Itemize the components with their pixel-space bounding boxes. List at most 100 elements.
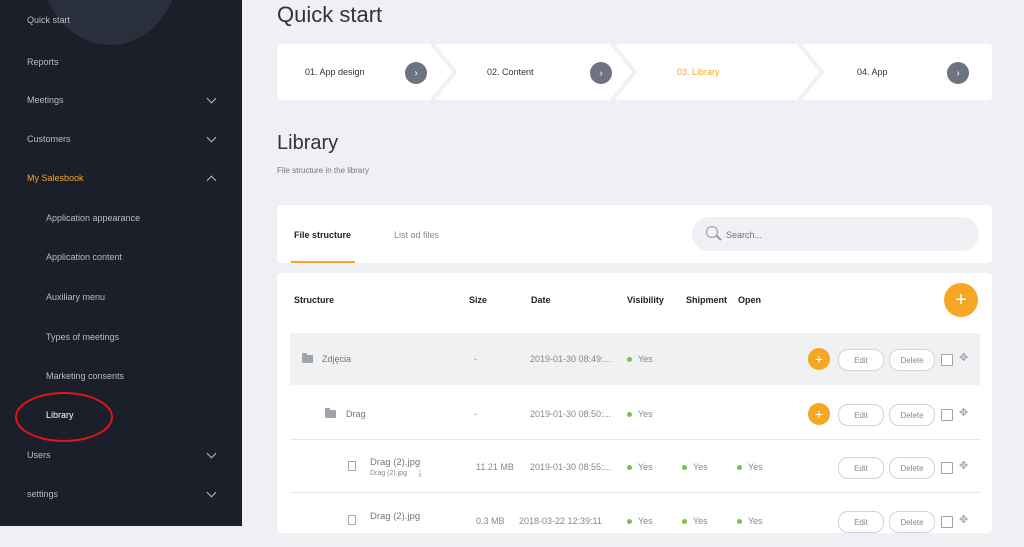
row-visibility-value: Yes	[638, 462, 653, 472]
search-box	[692, 217, 979, 251]
table-row[interactable]: Drag (2).jpg 0.3 MB 2018-03-22 12:39:11 …	[290, 495, 980, 547]
chevron-right-icon[interactable]: ›	[947, 62, 969, 84]
row-shipment-value: Yes	[693, 462, 708, 472]
row-visibility: Yes	[627, 409, 653, 419]
row-visibility-value: Yes	[638, 409, 653, 419]
table-row[interactable]: Zdjęcia - 2019-01-30 08:49:... Yes + Edi…	[290, 333, 980, 385]
row-date: 2019-01-30 08:50:...	[530, 409, 612, 419]
chevron-right-icon[interactable]: ›	[590, 62, 612, 84]
row-add-button[interactable]: +	[808, 403, 830, 425]
row-visibility-value: Yes	[638, 516, 653, 526]
file-icon	[348, 515, 356, 525]
drag-handle-icon[interactable]: ✥	[959, 513, 968, 526]
search-input[interactable]	[724, 226, 948, 244]
row-add-button[interactable]: +	[808, 348, 830, 370]
row-shipment: Yes	[682, 462, 708, 472]
delete-button[interactable]: Delete	[889, 457, 935, 479]
folder-icon	[302, 353, 313, 363]
row-shipment-value: Yes	[693, 516, 708, 526]
delete-button[interactable]: Delete	[889, 349, 935, 371]
row-open-value: Yes	[748, 516, 763, 526]
tabs-bar: File structure List od files	[277, 205, 992, 263]
sidebar-item-label: Users	[27, 450, 51, 460]
chevron-down-icon[interactable]	[206, 93, 217, 104]
drag-handle-icon[interactable]: ✥	[959, 351, 968, 364]
row-open-value: Yes	[748, 462, 763, 472]
chevron-up-icon[interactable]	[206, 175, 217, 186]
chevron-down-icon[interactable]	[206, 487, 217, 498]
table-row[interactable]: Drag (2).jpg Drag (2).jpg ⤓ 11.21 MB 201…	[290, 441, 980, 493]
row-checkbox[interactable]	[941, 462, 953, 474]
row-checkbox[interactable]	[941, 354, 953, 366]
sidebar-subitem-marketing-consents[interactable]: Marketing consents	[46, 371, 124, 381]
sidebar-item-reports[interactable]: Reports	[27, 57, 59, 67]
edit-button[interactable]: Edit	[838, 349, 884, 371]
add-item-button[interactable]: +	[944, 283, 978, 317]
sidebar: Quick start Reports Meetings Customers M…	[0, 0, 242, 526]
column-header-structure: Structure	[294, 295, 335, 305]
sidebar-item-settings[interactable]: settings	[27, 489, 58, 499]
row-name: Drag (2).jpg	[370, 457, 421, 468]
status-dot	[627, 465, 632, 471]
sidebar-item-label: Customers	[27, 134, 71, 144]
step-separator	[429, 44, 457, 100]
row-open: Yes	[737, 462, 763, 472]
delete-button[interactable]: Delete	[889, 404, 935, 426]
row-name: Drag	[346, 409, 366, 419]
sidebar-item-label: Meetings	[27, 95, 64, 105]
tab-list-of-files[interactable]: List od files	[394, 230, 439, 240]
file-icon	[348, 461, 356, 471]
status-dot	[737, 519, 742, 525]
step-content[interactable]: 02. Content	[487, 44, 534, 100]
edit-button[interactable]: Edit	[838, 511, 884, 533]
sidebar-subitem-auxiliary-menu[interactable]: Auxiliary menu	[46, 292, 105, 302]
step-library[interactable]: 03. Library	[677, 44, 720, 100]
status-dot	[627, 412, 632, 418]
row-visibility: Yes	[627, 354, 653, 364]
sidebar-subitem-types-of-meetings[interactable]: Types of meetings	[46, 332, 119, 342]
search-icon	[706, 226, 718, 238]
edit-button[interactable]: Edit	[838, 404, 884, 426]
row-divider	[290, 492, 980, 493]
row-visibility: Yes	[627, 462, 653, 472]
status-dot	[627, 357, 632, 363]
sidebar-item-users[interactable]: Users	[27, 450, 51, 460]
tab-file-structure[interactable]: File structure	[294, 230, 351, 240]
step-app-design[interactable]: 01. App design	[305, 44, 365, 100]
step-app[interactable]: 04. App	[857, 44, 888, 100]
page-title: Quick start	[277, 2, 383, 27]
status-dot	[737, 465, 742, 471]
table-row[interactable]: Drag - 2019-01-30 08:50:... Yes + Edit D…	[290, 388, 980, 440]
row-visibility-value: Yes	[638, 354, 653, 364]
row-open: Yes	[737, 516, 763, 526]
sidebar-item-label: settings	[27, 489, 59, 499]
download-icon[interactable]: ⤓	[418, 468, 422, 479]
chevron-right-icon[interactable]: ›	[405, 62, 427, 84]
chevron-down-icon[interactable]	[206, 448, 217, 459]
sidebar-subitem-application-appearance[interactable]: Application appearance	[46, 213, 140, 223]
row-subname: Drag (2).jpg	[370, 470, 407, 477]
delete-button[interactable]: Delete	[889, 511, 935, 533]
column-header-shipment: Shipment	[686, 295, 728, 305]
column-header-size: Size	[469, 295, 488, 305]
column-header-visibility: Visibility	[627, 295, 664, 305]
sidebar-subitem-application-content[interactable]: Application content	[46, 252, 122, 262]
drag-handle-icon[interactable]: ✥	[959, 406, 968, 419]
sidebar-item-customers[interactable]: Customers	[27, 134, 71, 144]
section-title: Library	[277, 132, 339, 154]
sidebar-item-meetings[interactable]: Meetings	[27, 95, 64, 105]
file-table: Structure Size Date Visibility Shipment …	[277, 273, 992, 533]
row-checkbox[interactable]	[941, 409, 953, 421]
edit-button[interactable]: Edit	[838, 457, 884, 479]
column-header-open: Open	[738, 295, 762, 305]
chevron-down-icon[interactable]	[206, 132, 217, 143]
drag-handle-icon[interactable]: ✥	[959, 459, 968, 472]
sidebar-item-quick-start[interactable]: Quick start	[27, 15, 70, 25]
row-date: 2019-01-30 08:49:...	[530, 354, 612, 364]
row-visibility: Yes	[627, 516, 653, 526]
quick-start-steps: 01. App design › 02. Content › 03. Libra…	[277, 44, 992, 100]
sidebar-item-my-salesbook[interactable]: My Salesbook	[27, 173, 84, 183]
row-checkbox[interactable]	[941, 516, 953, 528]
folder-icon	[325, 408, 336, 418]
row-size: -	[474, 354, 477, 364]
